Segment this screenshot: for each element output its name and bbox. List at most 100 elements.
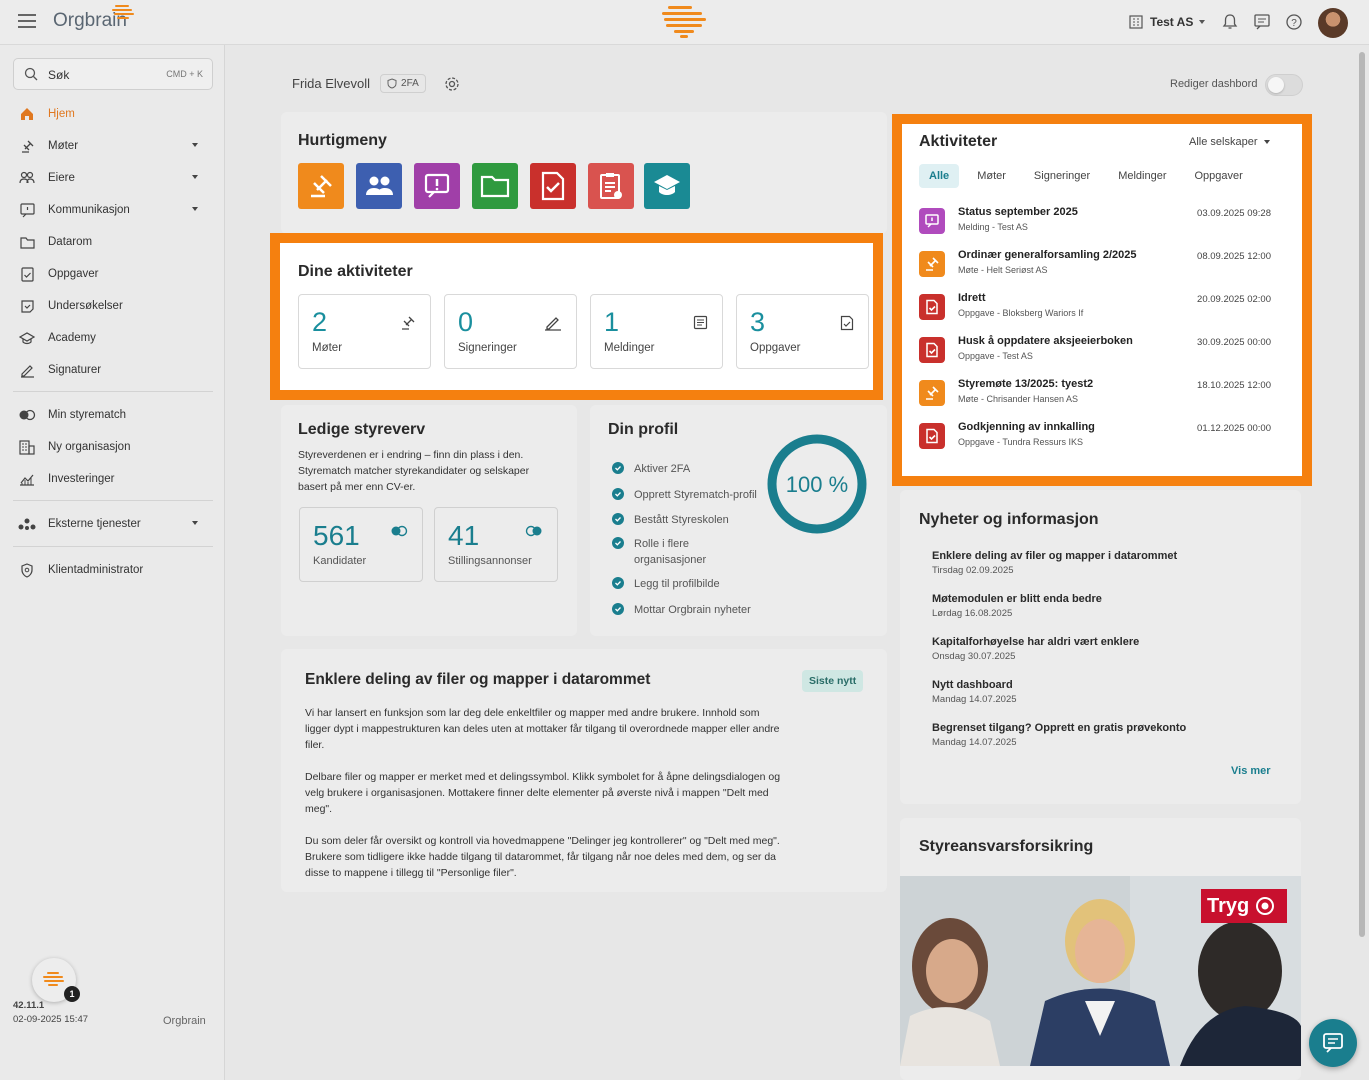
document-icon	[693, 315, 708, 330]
activity-item[interactable]: Ordinær generalforsamling 2/2025 Møte - H…	[919, 249, 1271, 285]
my-activities-signatures[interactable]: 0 Signeringer	[444, 294, 577, 369]
quickmenu-academy-button[interactable]	[644, 163, 690, 209]
sidebar-item-datarom[interactable]: Datarom	[18, 231, 208, 253]
twofa-badge[interactable]: 2FA	[380, 74, 426, 93]
quickmenu-task-button[interactable]	[530, 163, 576, 209]
gear-icon[interactable]	[444, 76, 460, 92]
tab-moter[interactable]: Møter	[967, 164, 1016, 188]
news-item[interactable]: Møtemodulen er blitt enda bedre Lørdag 16…	[932, 593, 1102, 619]
job-ads-count: 41	[448, 520, 480, 551]
view-more-link[interactable]: Vis mer	[1231, 765, 1271, 777]
tab-oppgaver[interactable]: Oppgaver	[1185, 164, 1253, 188]
job-ads-stat[interactable]: 41 Stillingsannonser	[434, 507, 558, 582]
profile-check-item: Mottar Orgbrain nyheter	[612, 602, 762, 618]
news-item[interactable]: Nytt dashboard Mandag 14.07.2025	[932, 679, 1017, 705]
sidebar-item-investeringer[interactable]: Investeringer	[18, 468, 208, 490]
chat-icon[interactable]	[1253, 13, 1271, 31]
avatar[interactable]	[1318, 8, 1348, 38]
sidebar-item-label: Academy	[48, 332, 96, 344]
sidebar-item-kommunikasjon[interactable]: Kommunikasjon	[18, 199, 208, 221]
candidates-stat[interactable]: 561 Kandidater	[299, 507, 423, 582]
quickmenu-meeting-button[interactable]	[298, 163, 344, 209]
task-icon	[18, 266, 36, 282]
sidebar-item-eksterne-tjenester[interactable]: Eksterne tjenester	[18, 513, 208, 535]
sidebar-item-academy[interactable]: Academy	[18, 327, 208, 349]
tab-alle[interactable]: Alle	[919, 164, 960, 188]
quickmenu-survey-button[interactable]	[588, 163, 634, 209]
match-icon	[525, 525, 542, 537]
sidebar-item-eiere[interactable]: Eiere	[18, 167, 208, 189]
menu-icon[interactable]	[18, 14, 36, 28]
article-paragraph: Vi har lansert en funksjon som lar deg d…	[305, 707, 780, 751]
messages-label: Meldinger	[604, 342, 655, 354]
profile-check-label: Bestått Styreskolen	[634, 514, 729, 526]
activity-item[interactable]: Styremøte 13/2025: tyest2 Møte - Chrisand…	[919, 378, 1271, 414]
chevron-down-icon	[192, 207, 198, 211]
sidebar-item-min-styrematch[interactable]: Min styrematch	[18, 404, 208, 426]
shield-icon	[18, 562, 36, 578]
quickmenu-message-button[interactable]	[414, 163, 460, 209]
article-paragraph: Du som deler får oversikt og kontroll vi…	[305, 835, 780, 879]
building-icon	[18, 439, 36, 455]
activity-item[interactable]: Godkjenning av innkalling Oppgave - Tundr…	[919, 421, 1271, 457]
news-item-title: Kapitalforhøyelse har aldri vært enklere	[932, 636, 1140, 648]
activity-subtitle: Oppgave - Bloksberg Wariors If	[958, 308, 1084, 318]
sidebar-item-label: Eksterne tjenester	[48, 518, 141, 530]
chart-icon	[18, 471, 36, 487]
folder-icon	[18, 234, 36, 250]
sidebar-item-label: Møter	[48, 140, 79, 152]
chat-icon	[1323, 1033, 1343, 1053]
bell-icon[interactable]	[1221, 13, 1239, 31]
signature-icon	[18, 362, 36, 378]
academy-icon	[18, 330, 36, 346]
activity-item[interactable]: Idrett Oppgave - Bloksberg Wariors If 20.0…	[919, 292, 1271, 328]
profile-progress-ring: 100 %	[767, 434, 867, 534]
sidebar-item-oppgaver[interactable]: Oppgaver	[18, 263, 208, 285]
sidebar-item-undersokelser[interactable]: Undersøkelser	[18, 295, 208, 317]
company-filter[interactable]: Alle selskaper	[1189, 136, 1271, 148]
scrollbar[interactable]	[1359, 52, 1365, 937]
check-icon	[612, 488, 624, 500]
sidebar-item-hjem[interactable]: Hjem	[18, 103, 208, 125]
search-label: Søk	[48, 68, 70, 82]
divider	[13, 391, 213, 392]
my-activities-messages[interactable]: 1 Meldinger	[590, 294, 723, 369]
sidebar-item-klientadministrator[interactable]: Klientadministrator	[18, 559, 208, 581]
activity-item[interactable]: Status september 2025 Melding - Test AS 03…	[919, 206, 1271, 242]
sidebar-item-ny-organisasjon[interactable]: Ny organisasjon	[18, 436, 208, 458]
company-selector[interactable]: Test AS	[1128, 14, 1206, 30]
tab-meldinger[interactable]: Meldinger	[1108, 164, 1176, 188]
profile-check-label: Rolle i flere organisasjoner	[634, 538, 707, 566]
divider	[13, 546, 213, 547]
pen-icon	[545, 317, 561, 331]
tab-signeringer[interactable]: Signeringer	[1024, 164, 1100, 188]
tryg-brand: Tryg	[1207, 894, 1250, 917]
news-item[interactable]: Kapitalforhøyelse har aldri vært enklere…	[932, 636, 1139, 662]
check-icon	[612, 537, 624, 549]
my-activities-meetings[interactable]: 2 Møter	[298, 294, 431, 369]
sidebar-item-moter[interactable]: Møter	[18, 135, 208, 157]
quickmenu-dataroom-button[interactable]	[472, 163, 518, 209]
news-item[interactable]: Enklere deling av filer og mapper i data…	[932, 550, 1177, 576]
match-icon	[391, 525, 408, 537]
people-icon	[366, 176, 393, 195]
news-item[interactable]: Begrenset tilgang? Opprett en gratis prø…	[932, 722, 1186, 748]
profile-check-item: Aktiver 2FA	[612, 461, 762, 477]
user-row: Frida Elvevoll 2FA	[292, 74, 460, 93]
company-filter-label: Alle selskaper	[1189, 136, 1258, 148]
quickmenu-owners-button[interactable]	[356, 163, 402, 209]
message-icon	[18, 202, 36, 218]
activity-item[interactable]: Husk å oppdatere aksjeeierboken Oppgave -…	[919, 335, 1271, 371]
tryg-shield-icon	[1256, 897, 1275, 915]
search-input[interactable]: Søk CMD + K	[13, 58, 213, 90]
edit-dashboard-toggle[interactable]	[1265, 74, 1303, 96]
brand-logo-mark-icon	[43, 972, 64, 986]
help-icon[interactable]: ?	[1285, 13, 1303, 31]
sidebar-item-signaturer[interactable]: Signaturer	[18, 359, 208, 381]
my-activities-tasks[interactable]: 3 Oppgaver	[736, 294, 869, 369]
sidebar-item-label: Klientadministrator	[48, 564, 144, 576]
task-icon	[919, 337, 945, 363]
support-chat-button[interactable]	[1309, 1019, 1357, 1067]
twofa-label: 2FA	[401, 78, 419, 89]
signatures-count: 0	[458, 307, 474, 337]
